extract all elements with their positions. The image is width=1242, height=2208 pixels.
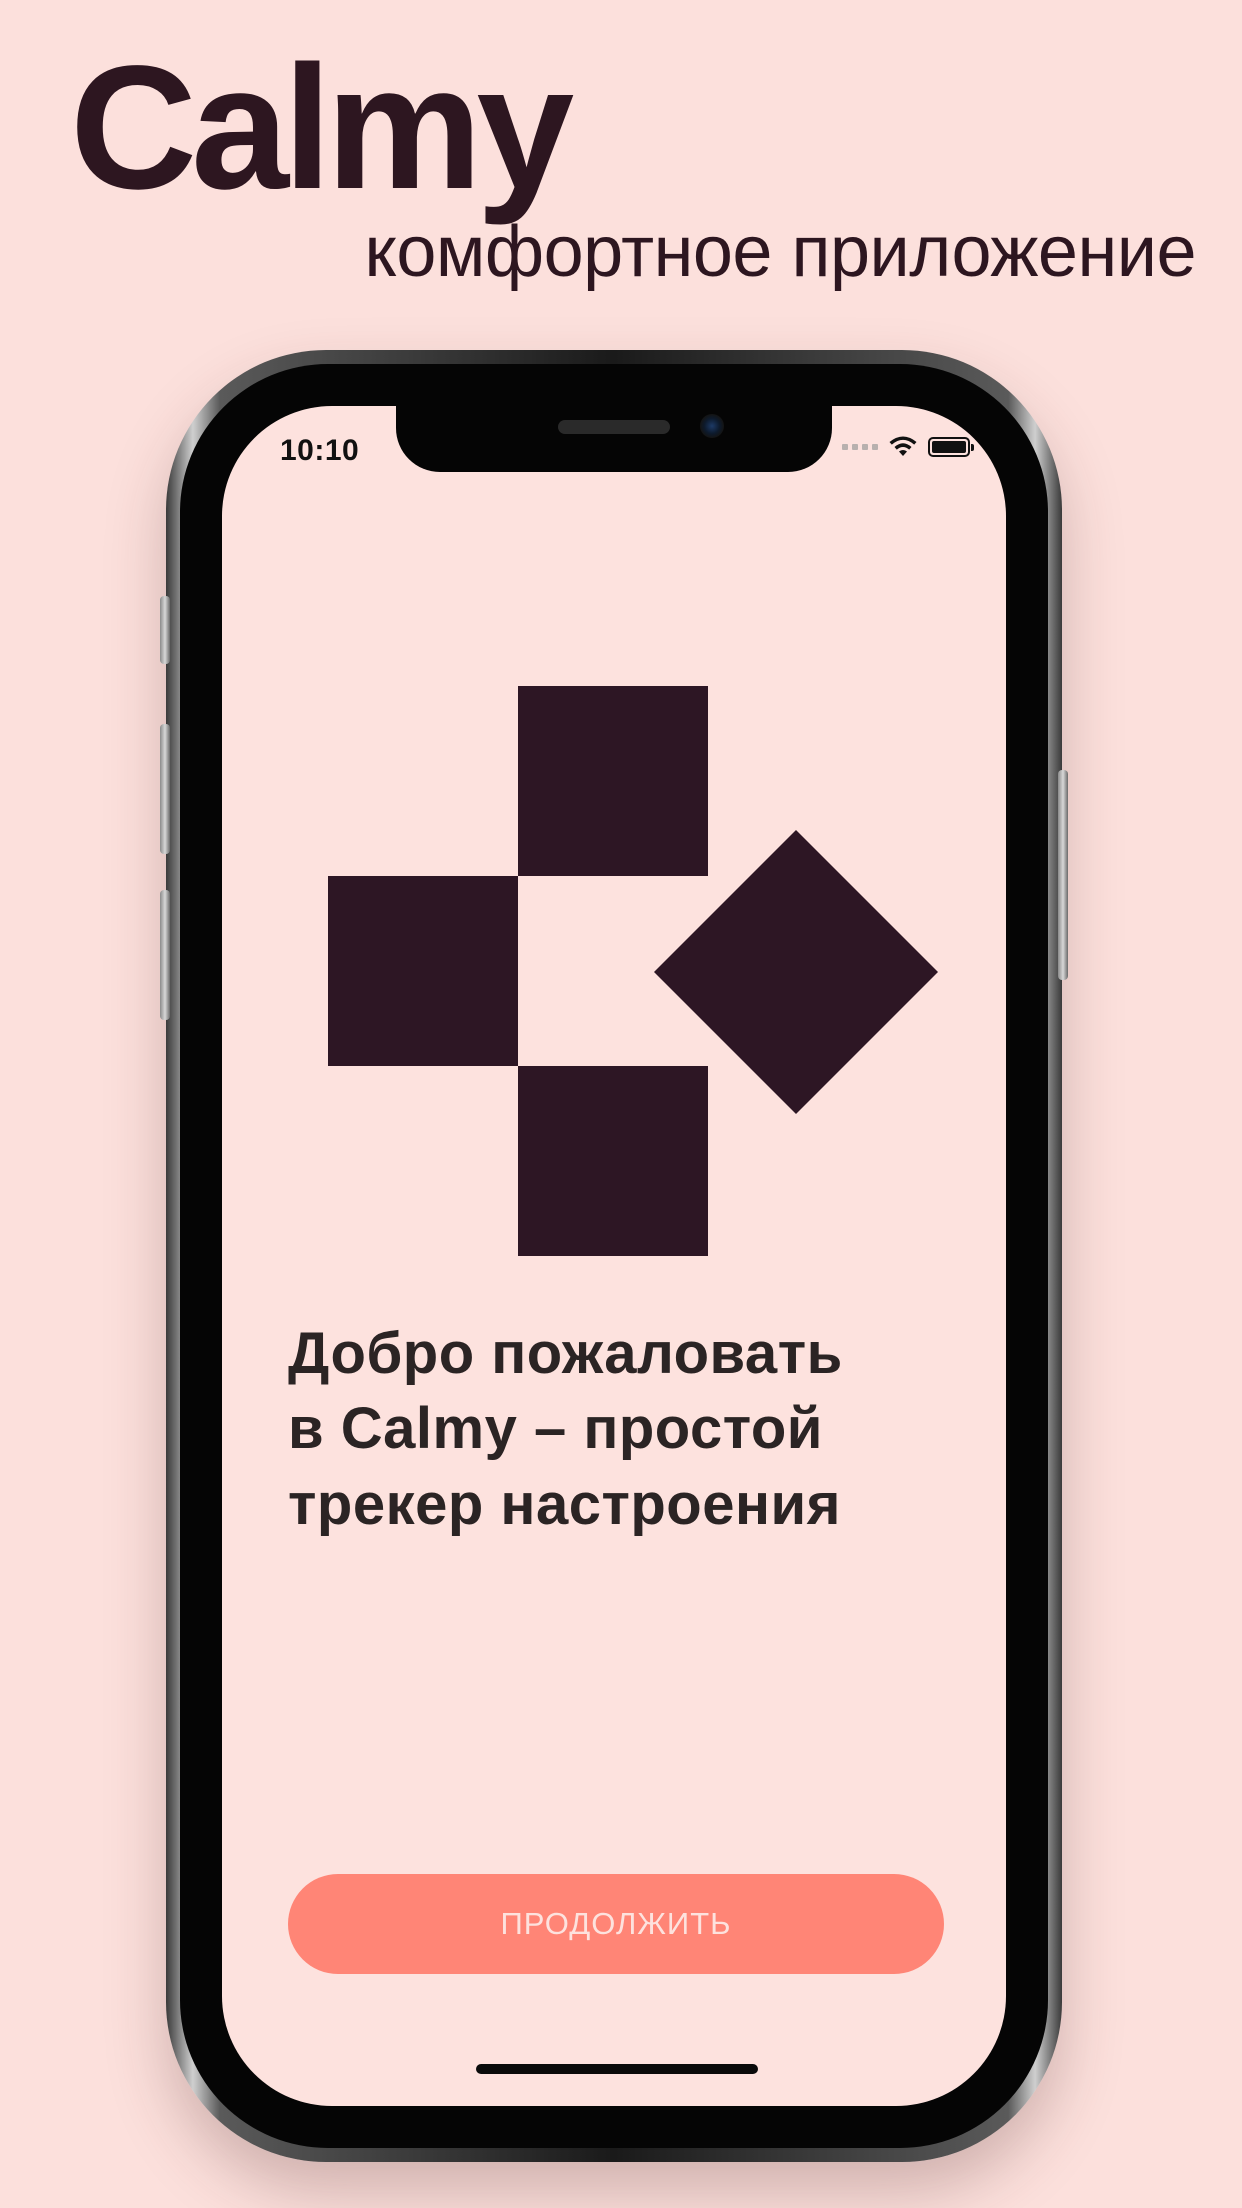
welcome-heading: Добро пожаловать в Calmy – простой трекер … — [288, 1316, 968, 1542]
phone-volume-down-button — [160, 890, 170, 1020]
promo-tagline: комфортное приложение — [364, 212, 1197, 292]
phone-power-button — [1058, 770, 1068, 980]
phone-silent-switch — [160, 596, 170, 664]
phone-frame: 10:10 Добро пожаловать в Calmy – простой… — [160, 350, 1068, 2162]
welcome-line-1: Добро пожаловать — [288, 1321, 843, 1386]
promo-app-name: Calmy — [70, 30, 574, 226]
calmy-logo-icon — [328, 686, 938, 1256]
continue-button[interactable]: ПРОДОЛЖИТЬ — [288, 1874, 944, 1974]
welcome-line-2: в Calmy – простой — [288, 1396, 823, 1462]
phone-volume-up-button — [160, 724, 170, 854]
home-indicator[interactable] — [476, 2064, 758, 2074]
phone-screen: 10:10 Добро пожаловать в Calmy – простой… — [222, 406, 1006, 2106]
welcome-line-3: трекер настроения — [288, 1471, 842, 1537]
